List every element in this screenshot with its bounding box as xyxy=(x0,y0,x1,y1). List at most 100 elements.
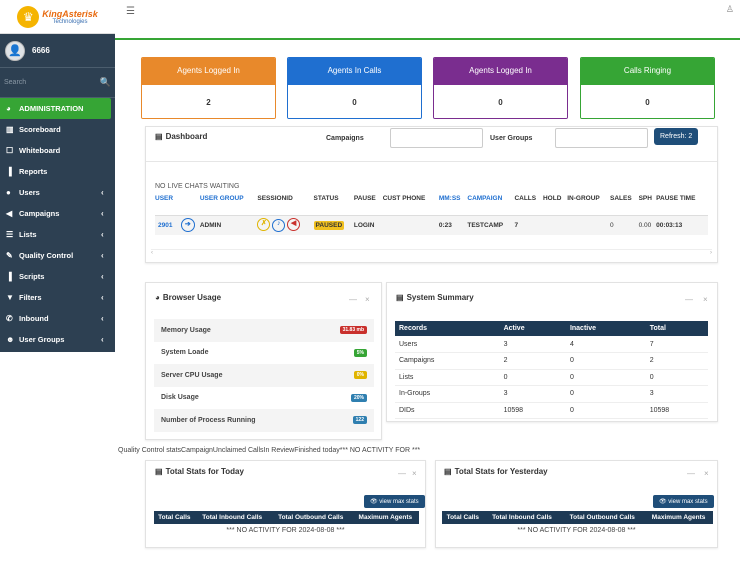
user-groups-select[interactable] xyxy=(555,128,648,148)
agent-user-link[interactable]: 2901 xyxy=(155,215,179,235)
list-item: Disk Usage 20% xyxy=(154,386,374,409)
browser-usage-title-text: Browser Usage xyxy=(162,293,222,302)
usage-badge: 20% xyxy=(350,393,367,402)
agent-monitor-icon[interactable]: ➔ xyxy=(179,215,200,235)
stat-card: Calls Ringing 0 xyxy=(580,57,715,119)
table-row: Users 3 4 7 xyxy=(395,336,708,353)
sidebar-item-label: Lists xyxy=(19,230,37,239)
column-header: PAUSE TIME xyxy=(656,195,696,202)
sidebar-item-inbound[interactable]: ✆ Inbound ‹ xyxy=(0,308,115,329)
list-item: Memory Usage 31.83 mb xyxy=(154,319,374,342)
sidebar-item-label: Scoreboard xyxy=(19,125,61,134)
menu-toggle-icon[interactable]: ☰ xyxy=(126,6,135,17)
search-bar[interactable]: Search 🔍 xyxy=(0,68,115,98)
sidebar-item-administration[interactable]: ◕ ADMINISTRATION xyxy=(0,98,111,119)
table-row: In-Groups 3 0 3 xyxy=(395,386,708,402)
dashboard-title-text: Dashboard xyxy=(165,132,208,141)
sidebar-item-label: Scripts xyxy=(19,272,45,281)
table-row: 2901 ➔ ADMIN ✗ ♪ ◀ PAUSED LOGIN 0:23 TES… xyxy=(155,215,708,235)
sidebar-item-lists[interactable]: ☰ Lists ‹ xyxy=(0,224,115,245)
close-icon[interactable]: × xyxy=(412,469,417,478)
table-cell: 2 xyxy=(649,357,654,365)
sidebar-item-quality-control[interactable]: ✎ Quality Control ‹ xyxy=(0,245,115,266)
user-menu-icon[interactable]: ♙ xyxy=(726,4,734,15)
list-item: Number of Process Running 122 xyxy=(154,409,374,432)
view-max-stats-button[interactable]: 👁 view max stats xyxy=(653,495,714,508)
barge-icon[interactable]: ◀ xyxy=(287,218,301,232)
table-row: Lists 0 0 0 xyxy=(395,369,708,386)
search-input[interactable]: Search xyxy=(4,79,100,86)
table-cell: 2 xyxy=(503,357,508,365)
stat-card-title: Calls Ringing xyxy=(581,58,714,83)
column-header[interactable]: CAMPAIGN xyxy=(467,195,514,215)
scroll-left-icon[interactable]: ‹ xyxy=(151,250,153,257)
list-item: System Loade 5% xyxy=(154,341,374,364)
table-cell: 4 xyxy=(569,340,574,348)
disconnect-icon[interactable]: ✗ xyxy=(257,218,271,232)
sidebar-item-label: User Groups xyxy=(19,335,65,344)
pause-time-value: 00:03:13 xyxy=(656,221,683,229)
table-cell: 7 xyxy=(649,340,654,348)
minimize-icon[interactable]: — xyxy=(349,295,357,304)
table-cell: 0 xyxy=(569,357,574,365)
sidebar-item-whiteboard[interactable]: ☐ Whiteboard xyxy=(0,140,115,161)
view-max-stats-button[interactable]: 👁 view max stats xyxy=(364,495,425,508)
refresh-button[interactable]: Refresh: 2 xyxy=(654,128,699,145)
sidebar-item-label: Filters xyxy=(19,293,42,302)
sidebar-item-label: Reports xyxy=(19,167,48,176)
horizontal-scrollbar[interactable]: ‹ › xyxy=(151,249,712,257)
logo[interactable]: ♛ KingAsterisk Technologies xyxy=(0,0,115,34)
sidebar-item-users[interactable]: ● Users ‹ xyxy=(0,182,115,203)
minimize-icon[interactable]: — xyxy=(687,469,695,478)
hold-value xyxy=(543,215,567,235)
stat-card: Agents Logged In 0 xyxy=(433,57,568,119)
yesterday-stats-title: ▤ Total Stats for Yesterday xyxy=(444,467,548,476)
column-header: STATUS xyxy=(313,195,339,202)
table-cell: 3 xyxy=(503,340,508,348)
sidebar-item-label: ADMINISTRATION xyxy=(19,104,84,113)
sidebar-item-label: Whiteboard xyxy=(19,146,61,155)
sidebar-item-label: Campaigns xyxy=(19,209,60,218)
campaigns-select[interactable] xyxy=(390,128,483,148)
column-header[interactable]: MM:SS xyxy=(439,195,468,215)
listen-icon[interactable]: ♪ xyxy=(272,219,286,233)
minimize-icon[interactable]: — xyxy=(398,469,406,478)
usage-badge: 122 xyxy=(352,416,367,425)
column-header: Total xyxy=(649,325,666,332)
dashboard-title: ▤ Dashboard xyxy=(155,132,207,141)
chevron-left-icon: ‹ xyxy=(101,314,104,323)
agent-group: ADMIN xyxy=(199,221,222,229)
sidebar-item-filters[interactable]: ▼ Filters ‹ xyxy=(0,287,115,308)
column-header: Total Outbound Calls xyxy=(569,514,635,521)
close-icon[interactable]: × xyxy=(365,295,370,304)
sidebar-item-campaigns[interactable]: ◀ Campaigns ‹ xyxy=(0,203,115,224)
sidebar-item-reports[interactable]: ▐ Reports xyxy=(0,161,115,182)
column-header[interactable]: USER GROUP xyxy=(200,195,258,215)
column-header[interactable]: USER xyxy=(155,195,179,215)
search-icon[interactable]: 🔍 xyxy=(100,77,111,88)
column-header: SALES xyxy=(610,195,632,202)
monitor-icon: ▤ xyxy=(396,293,404,302)
today-stats-title-text: Total Stats for Today xyxy=(165,467,244,476)
sidebar-item-label: Inbound xyxy=(19,314,49,323)
qc-stats-line: Quality Control statsCampaignUnclaimed C… xyxy=(118,447,421,454)
username: 6666 xyxy=(32,46,50,55)
sidebar-nav: ◕ ADMINISTRATION ▥ Scoreboard ☐ Whiteboard ▐ Re… xyxy=(0,98,115,350)
logo-subtext: Technologies xyxy=(52,18,88,25)
edit-icon: ✎ xyxy=(6,251,13,260)
close-icon[interactable]: × xyxy=(703,295,708,304)
table-cell: 3 xyxy=(649,390,654,398)
minimize-icon[interactable]: — xyxy=(685,295,693,304)
sidebar-item-user-groups[interactable]: ☻ User Groups ‹ xyxy=(0,329,115,350)
sidebar-item-scripts[interactable]: ▐ Scripts ‹ xyxy=(0,266,115,287)
browser-usage-title: ◕ Browser Usage xyxy=(155,293,221,302)
avatar[interactable]: 👤 xyxy=(5,40,25,61)
scroll-right-icon[interactable]: › xyxy=(710,250,712,257)
agents-table: USER USER GROUP SESSIONID STATUS PAUSE CUST P… xyxy=(155,195,708,235)
chevron-left-icon: ‹ xyxy=(101,230,104,239)
column-header: HOLD xyxy=(542,195,562,202)
close-icon[interactable]: × xyxy=(704,469,709,478)
stat-card-value: 0 xyxy=(581,83,714,118)
chevron-left-icon: ‹ xyxy=(101,293,104,302)
sidebar-item-scoreboard[interactable]: ▥ Scoreboard xyxy=(0,119,115,140)
